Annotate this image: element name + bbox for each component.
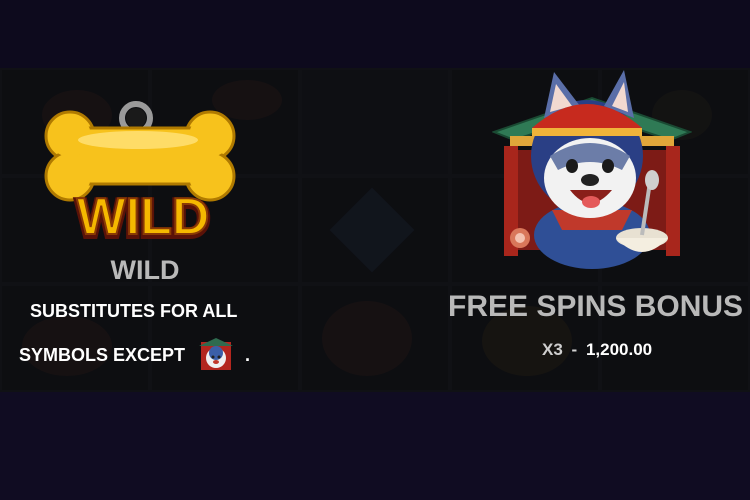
bone-wild-icon: WILD WILD (38, 88, 248, 258)
wild-desc-period: . (245, 344, 251, 365)
husky-bonus-icon (199, 338, 234, 372)
bonus-dash: - (571, 340, 578, 359)
wild-desc-line1: SUBSTITUTES FOR ALL (30, 301, 238, 321)
wild-title: WILD (110, 255, 180, 285)
bonus-amount: 1,200.00 (585, 340, 653, 359)
top-band (0, 0, 750, 68)
bonus-info-panel: FREE SPINS BONUS X3 - 1,200.00 (440, 68, 750, 392)
bonus-title: FREE SPINS BONUS (448, 290, 744, 323)
bottom-band (0, 392, 750, 500)
bonus-payout: X3 - 1,200.00 (542, 340, 652, 360)
bonus-multiplier: X3 (542, 340, 563, 359)
wild-desc-line2: SYMBOLS EXCEPT . (19, 338, 250, 372)
wild-info-panel: WILD WILD WILD SUBSTITUTES FOR ALL SYMBO… (0, 68, 290, 392)
wild-desc-line2-text: SYMBOLS EXCEPT (19, 344, 186, 365)
wild-logo-text-face: WILD (77, 188, 210, 246)
husky-chef-icon (491, 70, 693, 270)
